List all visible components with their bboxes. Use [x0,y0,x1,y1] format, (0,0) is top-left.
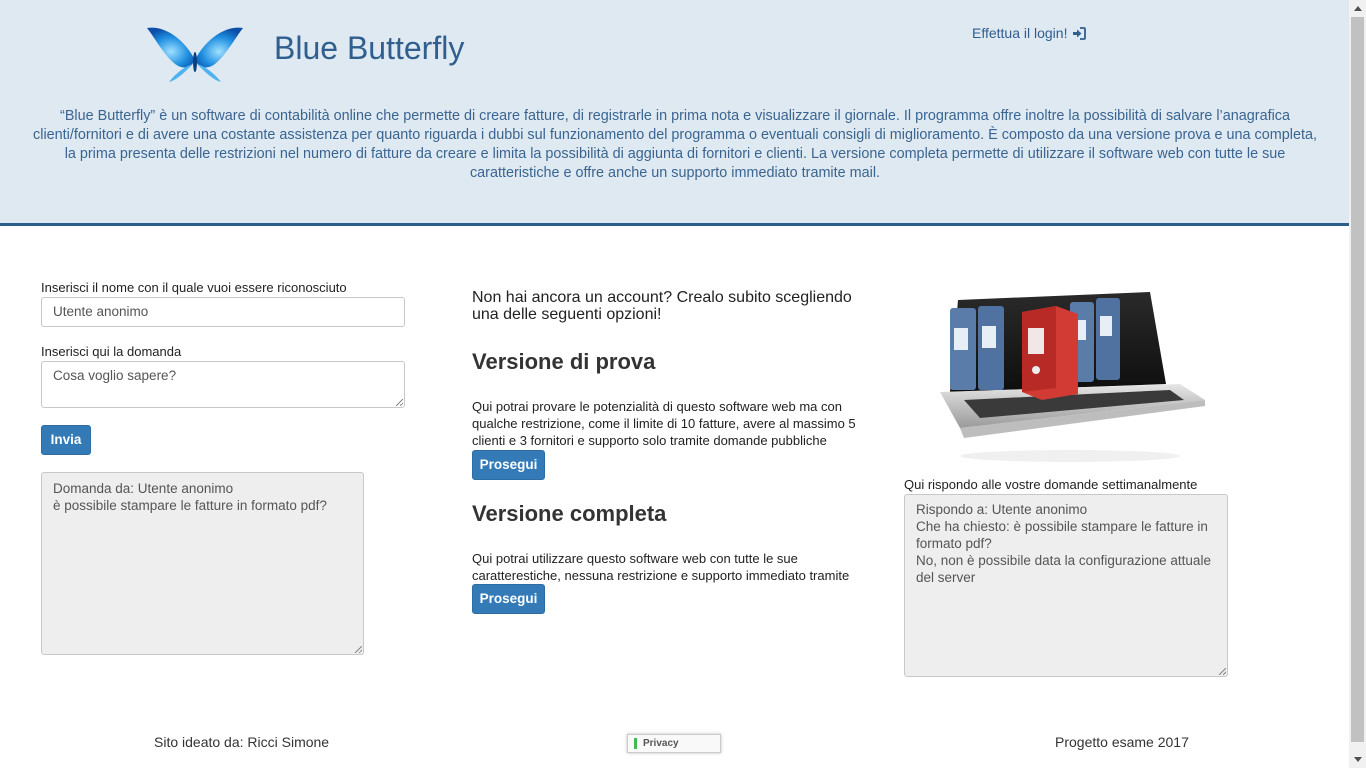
site-header: Blue Butterfly Effettua il login! “Blue … [0,0,1349,226]
answers-label: Qui rispondo alle vostre domande settima… [904,477,1198,492]
full-version-title: Versione completa [472,501,667,526]
scrollbar-thumb[interactable] [1351,0,1364,742]
name-label: Inserisci il nome con il quale vuoi esse… [41,280,347,295]
login-link[interactable]: Effettua il login! [972,25,1087,41]
submit-question-button[interactable]: Invia [41,425,91,455]
recaptcha-icon [634,738,637,749]
question-history-textarea[interactable]: Domanda da: Utente anonimo è possibile s… [41,472,364,655]
trial-version-description: Qui potrai provare le potenzialità di qu… [472,399,856,448]
name-input[interactable]: Utente anonimo [41,297,405,327]
privacy-badge[interactable]: Privacy [627,734,721,753]
footer-project: Progetto esame 2017 [1055,734,1189,750]
trial-continue-button[interactable]: Prosegui [472,450,545,480]
resize-handle-icon[interactable] [355,646,362,653]
footer-author: Sito ideato da: Ricci Simone [154,734,330,750]
laptop-binders-image [940,292,1205,462]
resize-handle-icon[interactable] [396,399,403,406]
trial-version-title: Versione di prova [472,349,656,374]
butterfly-logo-icon [147,27,243,82]
full-continue-button[interactable]: Prosegui [472,584,545,614]
privacy-label: Privacy [643,738,679,749]
login-icon [1073,26,1087,40]
signup-intro: Non hai ancora un account? Crealo subito… [472,289,852,323]
scroll-down-arrow-icon[interactable] [1349,751,1366,768]
question-textarea[interactable]: Cosa voglio sapere? [41,361,405,408]
site-description: “Blue Butterfly” è un software di contab… [33,108,1317,181]
login-label: Effettua il login! [972,25,1068,41]
question-label: Inserisci qui la domanda [41,344,182,359]
brand-title: Blue Butterfly [274,30,465,66]
scroll-up-arrow-icon[interactable] [1349,0,1366,17]
answers-textarea[interactable]: Rispondo a: Utente anonimo Che ha chiest… [904,494,1228,677]
resize-handle-icon[interactable] [1219,668,1226,675]
